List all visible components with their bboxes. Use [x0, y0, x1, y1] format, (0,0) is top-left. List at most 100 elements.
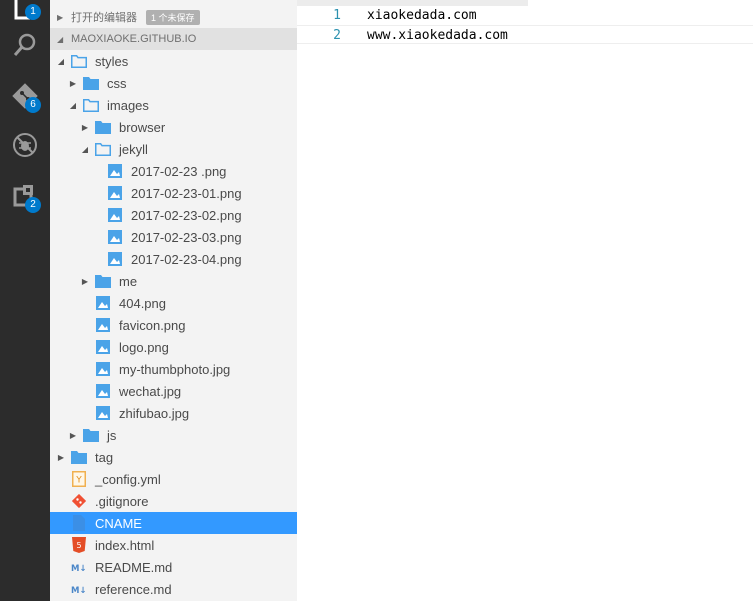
tree-folder[interactable]: ▶ me: [50, 270, 297, 292]
line-number: 2: [333, 28, 341, 43]
tree-item-label: tag: [95, 449, 114, 465]
extensions-button[interactable]: 2: [0, 172, 50, 218]
tree-item-label: me: [119, 273, 138, 289]
tree-file[interactable]: M↓ reference.md: [50, 578, 297, 600]
tree-folder[interactable]: ▶ js: [50, 424, 297, 446]
tree-folder[interactable]: ▶ tag: [50, 446, 297, 468]
source-control-button[interactable]: 6: [0, 73, 50, 119]
tree-item-label: reference.md: [95, 581, 172, 597]
tree-file[interactable]: 2017-02-23-01.png: [50, 182, 297, 204]
image-file-icon: [107, 185, 123, 201]
tree-item-label: styles: [95, 53, 129, 69]
tree-item-label: browser: [119, 119, 166, 135]
tree-file[interactable]: wechat.jpg: [50, 380, 297, 402]
activity-bar: 1 6 2: [0, 0, 50, 601]
tree-item-label: favicon.png: [119, 317, 186, 333]
extensions-badge: 2: [25, 197, 41, 213]
tree-file[interactable]: my-thumbphoto.jpg: [50, 358, 297, 380]
folder-open-icon: [71, 53, 87, 69]
svg-text:M↓: M↓: [71, 564, 87, 573]
tree-folder[interactable]: ▶ browser: [50, 116, 297, 138]
editor-line-current[interactable]: 2 www.xiaokedada.com: [297, 25, 753, 44]
tree-file[interactable]: .gitignore: [50, 490, 297, 512]
tree-item-label: .gitignore: [95, 493, 149, 509]
tree-item-label: 404.png: [119, 295, 166, 311]
tree-item-label: images: [107, 97, 149, 113]
chevron-right-icon: ▶: [69, 78, 77, 88]
folder-icon: [83, 427, 99, 443]
tree-item-label: 2017-02-23-03.png: [131, 229, 242, 245]
git-badge: 6: [25, 97, 41, 113]
tree-item-label: my-thumbphoto.jpg: [119, 361, 231, 377]
tree-item-label: logo.png: [119, 339, 169, 355]
markdown-file-icon: M↓: [71, 559, 87, 575]
image-file-icon: [95, 339, 111, 355]
image-file-icon: [95, 405, 111, 421]
svg-text:5: 5: [76, 541, 81, 550]
folder-icon: [95, 273, 111, 289]
tree-item-label: _config.yml: [95, 471, 161, 487]
debug-button[interactable]: [0, 122, 50, 168]
explorer-badge: 1: [25, 4, 41, 20]
file-icon: [71, 515, 87, 531]
tree-folder[interactable]: ◢ images: [50, 94, 297, 116]
folder-section-header[interactable]: ◢ MAOXIAOKE.GITHUB.IO: [50, 28, 297, 50]
folder-label: MAOXIAOKE.GITHUB.IO: [71, 33, 197, 45]
tree-file[interactable]: zhifubao.jpg: [50, 402, 297, 424]
tree-item-label: 2017-02-23-01.png: [131, 185, 242, 201]
yaml-file-icon: Y: [71, 471, 87, 487]
search-icon: [13, 33, 36, 56]
file-tree: ◢ styles ▶ css ◢ images ▶ browser ◢ jekyll 2017-02…: [50, 50, 297, 600]
tree-item-label: js: [107, 427, 117, 443]
editor-line[interactable]: 1 xiaokedada.com: [297, 6, 753, 25]
svg-text:Y: Y: [75, 476, 82, 486]
chevron-right-icon: ▶: [57, 452, 65, 462]
image-file-icon: [107, 229, 123, 245]
git-file-icon: [71, 493, 87, 509]
chevron-down-icon: ◢: [57, 34, 64, 44]
chevron-right-icon: ▶: [81, 122, 89, 132]
tree-file[interactable]: Y _config.yml: [50, 468, 297, 490]
open-editors-label: 打开的编辑器: [71, 12, 137, 24]
image-file-icon: [95, 383, 111, 399]
unsaved-badge: 1 个未保存: [146, 9, 200, 25]
editor-area[interactable]: 1 xiaokedada.com 2 www.xiaokedada.com: [297, 0, 753, 601]
folder-open-icon: [83, 97, 99, 113]
markdown-file-icon: M↓: [71, 581, 87, 597]
tree-item-label: wechat.jpg: [119, 383, 182, 399]
tree-file[interactable]: logo.png: [50, 336, 297, 358]
tree-file[interactable]: 2017-02-23-03.png: [50, 226, 297, 248]
folder-icon: [83, 75, 99, 91]
tree-file[interactable]: M↓ README.md: [50, 556, 297, 578]
chevron-right-icon: ▶: [81, 276, 89, 286]
line-number: 1: [333, 8, 341, 23]
tree-item-label: 2017-02-23-02.png: [131, 207, 242, 223]
tree-item-label: CNAME: [95, 515, 142, 531]
chevron-right-icon: ▶: [57, 12, 64, 22]
tree-folder[interactable]: ◢ jekyll: [50, 138, 297, 160]
tree-file[interactable]: 404.png: [50, 292, 297, 314]
folder-icon: [71, 449, 87, 465]
line-text: www.xiaokedada.com: [367, 28, 508, 43]
tree-folder[interactable]: ◢ styles: [50, 50, 297, 72]
image-file-icon: [107, 207, 123, 223]
tree-file[interactable]: 5 index.html: [50, 534, 297, 556]
folder-icon: [95, 119, 111, 135]
image-file-icon: [107, 163, 123, 179]
tree-file[interactable]: CNAME: [50, 512, 297, 534]
open-editors-section[interactable]: ▶ 打开的编辑器 1 个未保存: [50, 6, 297, 28]
tree-item-label: 2017-02-23-04.png: [131, 251, 242, 267]
explorer-sidebar: ▶ 打开的编辑器 1 个未保存 ◢ MAOXIAOKE.GITHUB.IO ◢ s…: [50, 0, 297, 601]
tree-file[interactable]: 2017-02-23-02.png: [50, 204, 297, 226]
tree-folder[interactable]: ▶ css: [50, 72, 297, 94]
chevron-down-icon: ◢: [57, 56, 65, 66]
chevron-right-icon: ▶: [69, 430, 77, 440]
tree-file[interactable]: 2017-02-23 .png: [50, 160, 297, 182]
html5-file-icon: 5: [71, 537, 87, 553]
tree-item-label: css: [107, 75, 127, 91]
tree-file[interactable]: 2017-02-23-04.png: [50, 248, 297, 270]
image-file-icon: [107, 251, 123, 267]
image-file-icon: [95, 317, 111, 333]
search-button[interactable]: [0, 22, 50, 68]
tree-file[interactable]: favicon.png: [50, 314, 297, 336]
